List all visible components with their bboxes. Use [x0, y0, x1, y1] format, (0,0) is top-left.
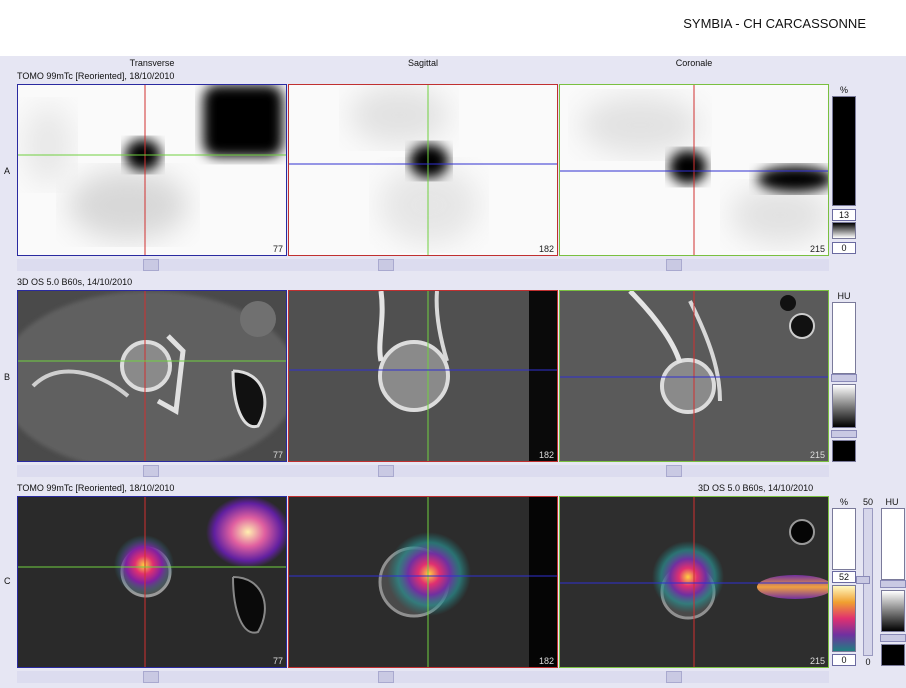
scroll-thumb-sagittal[interactable]	[378, 671, 394, 683]
scroll-thumb-coronal[interactable]	[666, 465, 682, 477]
slice-number: 182	[538, 244, 554, 254]
series-label-c-right: 3D OS 5.0 B60s, 14/10/2010	[698, 483, 814, 493]
title-bar: SYMBIA - CH CARCASSONNE	[0, 0, 906, 56]
scroll-thumb-sagittal[interactable]	[378, 465, 394, 477]
viewport-c-coronal[interactable]: 215	[559, 496, 829, 668]
slice-number: 215	[809, 450, 825, 460]
column-header-transverse: Transverse	[129, 58, 175, 68]
slice-scrollbar-b[interactable]	[17, 465, 829, 477]
colorbar-unit-hu: HU	[885, 497, 899, 507]
colorbar-ct2-gradient	[881, 590, 905, 632]
ct-image-transverse	[18, 291, 286, 461]
viewport-b-transverse[interactable]: 77	[17, 290, 287, 462]
colorbar-unit-percent: %	[839, 497, 848, 507]
viewport-a-sagittal[interactable]: 182	[288, 84, 558, 256]
colorbar-ct2-black	[881, 644, 905, 666]
slice-number: 182	[538, 450, 554, 460]
colorbar-nm-white	[832, 508, 856, 570]
viewport-b-coronal[interactable]: 215	[559, 290, 829, 462]
viewport-c-transverse[interactable]: 77	[17, 496, 287, 668]
scroll-thumb-transverse[interactable]	[143, 671, 159, 683]
colorbar-range	[832, 222, 856, 239]
slice-number: 215	[809, 244, 825, 254]
slice-number: 182	[538, 656, 554, 666]
viewport-a-coronal[interactable]: 215	[559, 84, 829, 256]
ct-image-coronal	[560, 291, 828, 461]
fusion-image-sagittal	[289, 497, 557, 667]
series-label-b: 3D OS 5.0 B60s, 14/10/2010	[17, 277, 133, 287]
window-max-value[interactable]: 13	[832, 209, 856, 221]
column-header-coronal: Coronale	[675, 58, 713, 68]
ct-window-lower-slider[interactable]	[880, 634, 906, 642]
slice-scrollbar-c[interactable]	[17, 671, 829, 683]
blend-min-value: 0	[865, 657, 871, 667]
series-label-c-left: TOMO 99mTc [Reoriented], 18/10/2010	[17, 483, 175, 493]
viewport-a-transverse[interactable]: 77	[17, 84, 287, 256]
fusion-image-transverse	[18, 497, 286, 667]
window-lower-slider[interactable]	[831, 430, 857, 438]
viewport-c-sagittal[interactable]: 182	[288, 496, 558, 668]
slice-scrollbar-a[interactable]	[17, 259, 829, 271]
window-upper-slider[interactable]	[831, 374, 857, 382]
fusion-image-coronal	[560, 497, 828, 667]
colorbar-ct2-white	[881, 508, 905, 580]
colorbar-ct-gradient	[832, 384, 856, 428]
colorbar-hot	[832, 585, 856, 652]
blend-value: 50	[862, 497, 873, 507]
window-min-value[interactable]: 0	[832, 242, 856, 254]
colorbar-nm	[832, 96, 856, 206]
colorbar-ct-black	[832, 440, 856, 462]
scroll-thumb-transverse[interactable]	[143, 259, 159, 271]
scroll-thumb-coronal[interactable]	[666, 259, 682, 271]
colorbar-unit: %	[839, 85, 848, 95]
nm-image-transverse	[18, 85, 286, 255]
colorbar-unit: HU	[837, 291, 851, 301]
blend-slider-thumb[interactable]	[856, 576, 870, 584]
colorbar-ct-white	[832, 302, 856, 374]
row-label-a: A	[4, 166, 11, 176]
ct-window-upper-slider[interactable]	[880, 580, 906, 588]
nm-image-coronal	[560, 85, 828, 255]
row-label-b: B	[4, 372, 11, 382]
fusion-min-value[interactable]: 0	[832, 654, 856, 666]
viewport-b-sagittal[interactable]: 182	[288, 290, 558, 462]
nm-image-sagittal	[289, 85, 557, 255]
scroll-thumb-transverse[interactable]	[143, 465, 159, 477]
scroll-thumb-coronal[interactable]	[666, 671, 682, 683]
slice-number: 215	[809, 656, 825, 666]
slice-number: 77	[272, 244, 283, 254]
scroll-thumb-sagittal[interactable]	[378, 259, 394, 271]
site-name: SYMBIA - CH CARCASSONNE	[683, 16, 866, 31]
slice-number: 77	[272, 656, 283, 666]
ct-image-sagittal	[289, 291, 557, 461]
row-label-c: C	[4, 576, 11, 586]
slice-number: 77	[272, 450, 283, 460]
series-label-a: TOMO 99mTc [Reoriented], 18/10/2010	[17, 71, 175, 81]
fusion-max-value[interactable]: 52	[832, 571, 856, 583]
column-header-sagittal: Sagittal	[407, 58, 439, 68]
